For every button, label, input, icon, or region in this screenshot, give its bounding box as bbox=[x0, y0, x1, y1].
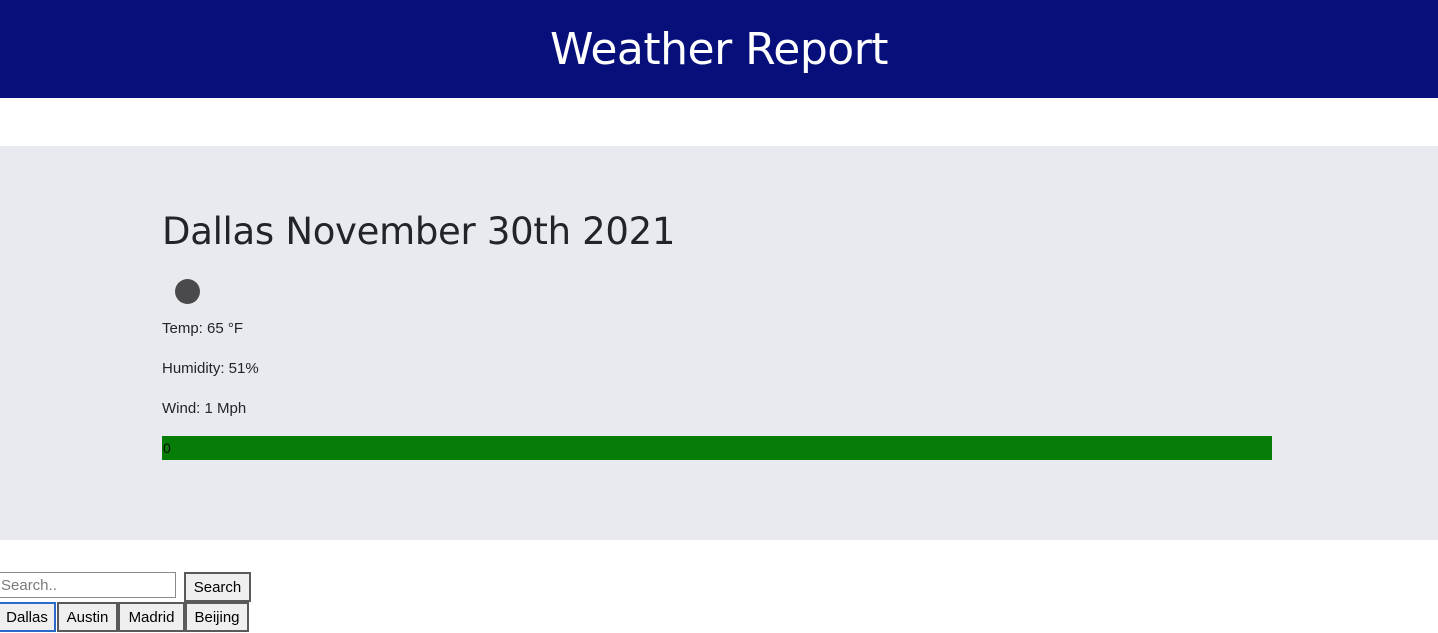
city-date-heading: Dallas November 30th 2021 bbox=[162, 210, 676, 253]
temperature-text: Temp: 65 °F bbox=[162, 320, 244, 337]
uv-index-value: 0 bbox=[163, 440, 171, 456]
weather-circle-icon bbox=[175, 279, 200, 304]
history-button-dallas[interactable]: Dallas bbox=[0, 602, 56, 632]
uv-index-bar: 0 bbox=[162, 436, 1272, 460]
history-button-austin[interactable]: Austin bbox=[57, 602, 118, 632]
history-button-madrid[interactable]: Madrid bbox=[118, 602, 185, 632]
uv-index-fill bbox=[162, 436, 1272, 460]
page-title: Weather Report bbox=[549, 23, 889, 75]
humidity-text: Humidity: 51% bbox=[162, 360, 259, 377]
search-button[interactable]: Search bbox=[184, 572, 251, 602]
history-button-beijing[interactable]: Beijing bbox=[185, 602, 249, 632]
page-header: Weather Report bbox=[0, 0, 1438, 98]
search-input[interactable] bbox=[0, 572, 176, 598]
wind-text: Wind: 1 Mph bbox=[162, 400, 247, 417]
current-weather-panel bbox=[0, 146, 1438, 540]
